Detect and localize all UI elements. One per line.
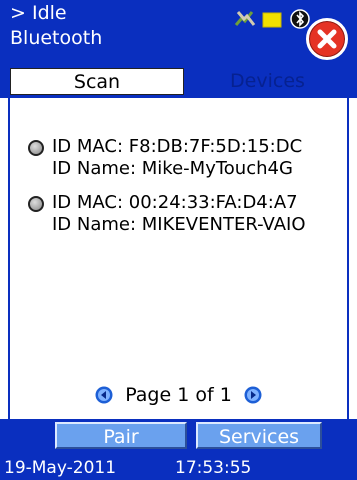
tab-devices[interactable]: Devices (186, 68, 349, 95)
device-mac: ID MAC: 00:24:33:FA:D4:A7 (52, 192, 298, 213)
status-date: 19-May-2011 (4, 458, 117, 478)
network-status-icon (234, 9, 256, 33)
device-radio[interactable] (28, 196, 44, 212)
device-radio[interactable] (28, 140, 44, 156)
battery-icon (262, 12, 282, 32)
list-item[interactable]: ID MAC: 00:24:33:FA:D4:A7 ID Name: MIKEV… (28, 192, 306, 236)
tab-bar: Scan Devices (0, 64, 357, 98)
close-icon (317, 29, 337, 49)
pagination: Page 1 of 1 (10, 383, 347, 407)
services-button[interactable]: Services (196, 422, 322, 449)
next-page-button[interactable] (244, 386, 262, 404)
device-list: ID MAC: F8:DB:7F:5D:15:DC ID Name: Mike-… (8, 98, 349, 419)
bluetooth-screen: > Idle Bluetooth Scan Devices ID MAC: F8… (0, 0, 357, 480)
page-indicator: Page 1 of 1 (125, 384, 232, 406)
pair-button[interactable]: Pair (55, 422, 187, 449)
status-bar: 19-May-2011 17:53:55 (0, 457, 357, 480)
header-bar: > Idle Bluetooth (0, 0, 357, 64)
arrow-right-icon (244, 386, 262, 404)
tab-scan[interactable]: Scan (10, 68, 184, 95)
device-mac: ID MAC: F8:DB:7F:5D:15:DC (52, 136, 303, 157)
status-time: 17:53:55 (175, 458, 252, 478)
page-title: Bluetooth (10, 27, 103, 49)
list-item[interactable]: ID MAC: F8:DB:7F:5D:15:DC ID Name: Mike-… (28, 136, 302, 180)
arrow-left-icon (95, 386, 113, 404)
status-text: > Idle (10, 2, 67, 24)
close-button[interactable] (306, 18, 348, 60)
device-name: ID Name: Mike-MyTouch4G (52, 158, 293, 179)
previous-page-button[interactable] (95, 386, 113, 404)
device-name: ID Name: MIKEVENTER-VAIO (52, 214, 306, 235)
action-bar: Pair Services (0, 419, 357, 457)
